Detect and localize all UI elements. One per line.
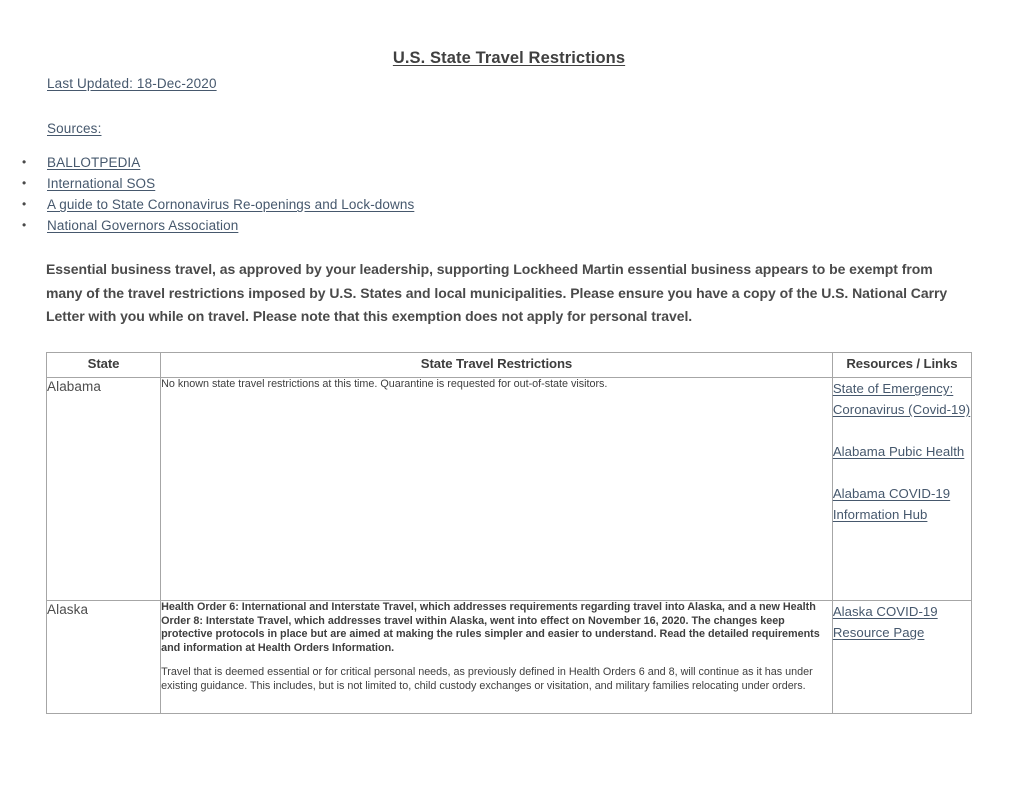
state-restrictions-cell: No known state travel restrictions at th…	[160, 377, 833, 601]
sources-label: Sources:	[47, 121, 102, 136]
state-restrictions-cell: Health Order 6: International and Inters…	[160, 600, 833, 714]
list-item: BALLOTPEDIA	[20, 152, 414, 173]
resource-link-alaska-covid-resource-page[interactable]: Alaska COVID-19 Resource Page	[833, 604, 938, 640]
state-name-cell: Alaska	[45, 600, 162, 714]
last-updated-text: Last Updated: 18-Dec-2020	[47, 76, 217, 91]
link-block: Alaska COVID-19 Resource Page	[833, 601, 971, 643]
inline-link-health-order-6[interactable]: Health Order 6: International and Inters…	[161, 601, 414, 613]
document-page: U.S. State Travel Restrictions Last Upda…	[0, 0, 1020, 788]
list-item: A guide to State Cornonavirus Re-opening…	[20, 194, 414, 215]
sources-list: BALLOTPEDIA International SOS A guide to…	[20, 152, 414, 236]
link-block: Alabama Pubic Health	[833, 441, 971, 462]
column-header-restrictions: State Travel Restrictions	[160, 352, 833, 378]
resources-links-cell: Alaska COVID-19 Resource Page	[831, 600, 973, 714]
restriction-text-segment: , which addresses requirements regarding…	[413, 601, 783, 613]
list-item: International SOS	[20, 173, 414, 194]
restriction-paragraph: No known state travel restrictions at th…	[161, 378, 608, 390]
table-row: Alabama No known state travel restrictio…	[45, 377, 973, 601]
state-restrictions-table: State State Travel Restrictions Resource…	[45, 352, 973, 714]
inline-link-health-orders-information[interactable]: Health Orders Information.	[258, 642, 394, 654]
column-header-resources: Resources / Links	[831, 352, 973, 378]
page-title: U.S. State Travel Restrictions	[392, 49, 626, 67]
source-link-international-sos[interactable]: International SOS	[47, 176, 155, 191]
table-row: Alaska Health Order 6: International and…	[45, 600, 973, 714]
link-block: Alabama COVID-19 Information Hub	[833, 483, 971, 525]
resource-link-alabama-covid-hub[interactable]: Alabama COVID-19 Information Hub	[833, 486, 950, 522]
column-header-state: State	[45, 352, 162, 378]
state-name-cell: Alabama	[45, 377, 162, 601]
restriction-paragraph: Health Order 6: International and Inters…	[161, 601, 832, 655]
resource-link-state-of-emergency[interactable]: State of Emergency: Coronavirus (Covid-1…	[833, 381, 970, 417]
resources-links-cell: State of Emergency: Coronavirus (Covid-1…	[831, 377, 973, 601]
link-block: State of Emergency: Coronavirus (Covid-1…	[833, 378, 971, 420]
list-item: National Governors Association	[20, 215, 414, 236]
source-link-state-guide[interactable]: A guide to State Cornonavirus Re-opening…	[47, 197, 414, 212]
essential-travel-notice: Essential business travel, as approved b…	[46, 261, 948, 324]
restriction-paragraph: Travel that is deemed essential or for c…	[161, 666, 813, 692]
source-link-ballotpedia[interactable]: BALLOTPEDIA	[47, 155, 140, 170]
source-link-national-governors[interactable]: National Governors Association	[47, 218, 238, 233]
resource-link-alabama-public-health[interactable]: Alabama Pubic Health	[833, 444, 964, 459]
table-header-row: State State Travel Restrictions Resource…	[45, 352, 973, 378]
